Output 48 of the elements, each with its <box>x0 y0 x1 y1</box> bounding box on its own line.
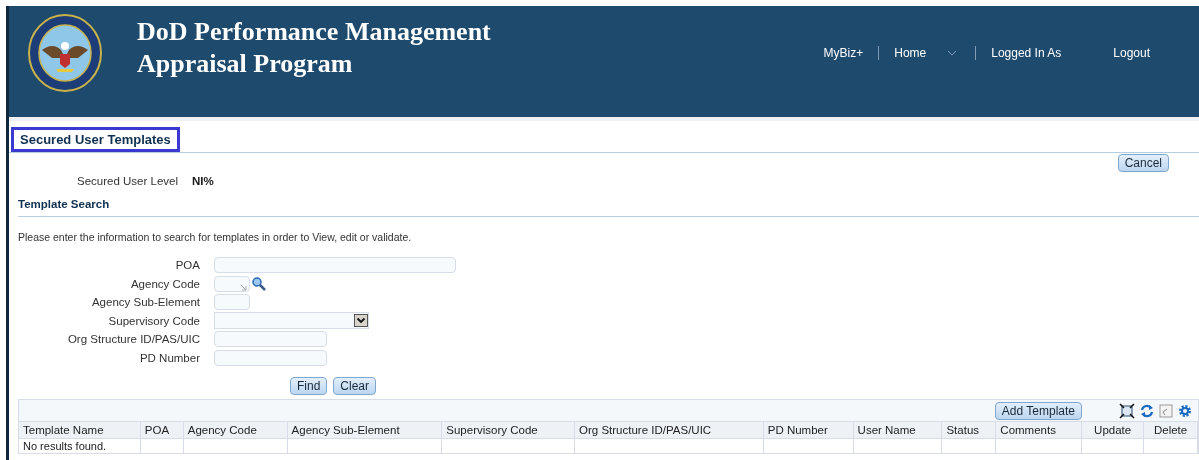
nav-link[interactable]: Home <box>885 44 936 62</box>
cancel-button[interactable]: Cancel <box>1117 154 1169 172</box>
text-field[interactable] <box>214 349 327 366</box>
dropdown-field[interactable] <box>214 312 369 330</box>
add-template-button[interactable]: Add Template <box>994 401 1082 420</box>
chevron-down-icon <box>354 314 368 328</box>
lookup-field[interactable] <box>214 275 250 292</box>
field-label: PD Number <box>138 350 201 366</box>
field-label: Secured User Level <box>77 174 178 188</box>
refresh-icon[interactable] <box>1140 403 1154 418</box>
detach-icon[interactable] <box>1119 402 1135 419</box>
search-button[interactable]: Clear <box>333 377 377 395</box>
page-title: Secured User Templates <box>11 127 180 152</box>
column-header: PD Number <box>763 422 854 438</box>
nav-link[interactable]: Logged In As <box>982 44 1071 62</box>
text-field[interactable] <box>214 331 327 348</box>
field-label: Agency Code <box>129 276 201 292</box>
column-header: POA <box>140 422 184 438</box>
app-title: DoD Performance Management <box>137 16 491 48</box>
search-button[interactable]: Find <box>290 377 328 395</box>
section-title: Template Search <box>18 198 110 210</box>
column-header: Agency Sub-Element <box>287 422 443 438</box>
window-icon[interactable] <box>1159 403 1173 418</box>
column-header: Update <box>1082 422 1145 438</box>
column-header: Template Name <box>19 422 141 438</box>
text-field[interactable] <box>214 294 250 311</box>
column-header: Org Structure ID/PAS/UIC <box>575 422 764 438</box>
resize-arrow-icon <box>240 283 247 291</box>
column-header: Agency Code <box>183 422 288 438</box>
column-header: Status <box>942 422 997 438</box>
empty-message: No results found. <box>23 439 107 453</box>
field-value: NI% <box>192 174 214 188</box>
field-label: POA <box>174 258 201 274</box>
instructions-text: Please enter the information to search for templates in order to View, edit or validate. <box>18 231 413 244</box>
nav-link[interactable]: Logout <box>1104 44 1159 62</box>
chevron-down-icon[interactable] <box>947 50 958 56</box>
app-title: Appraisal Program <box>137 48 354 80</box>
column-header: Supervisory Code <box>442 422 576 438</box>
search-icon[interactable] <box>252 276 266 291</box>
column-header: User Name <box>853 422 943 438</box>
field-label: Org Structure ID/PAS/UIC <box>66 332 201 348</box>
field-label: Supervisory Code <box>107 313 201 329</box>
settings-icon[interactable] <box>1178 403 1192 418</box>
text-field[interactable] <box>214 257 456 274</box>
field-label: Agency Sub-Element <box>90 295 201 311</box>
column-header: Delete <box>1144 422 1199 438</box>
column-header: Comments <box>996 422 1083 438</box>
nav-link[interactable]: MyBiz+ <box>814 44 873 62</box>
